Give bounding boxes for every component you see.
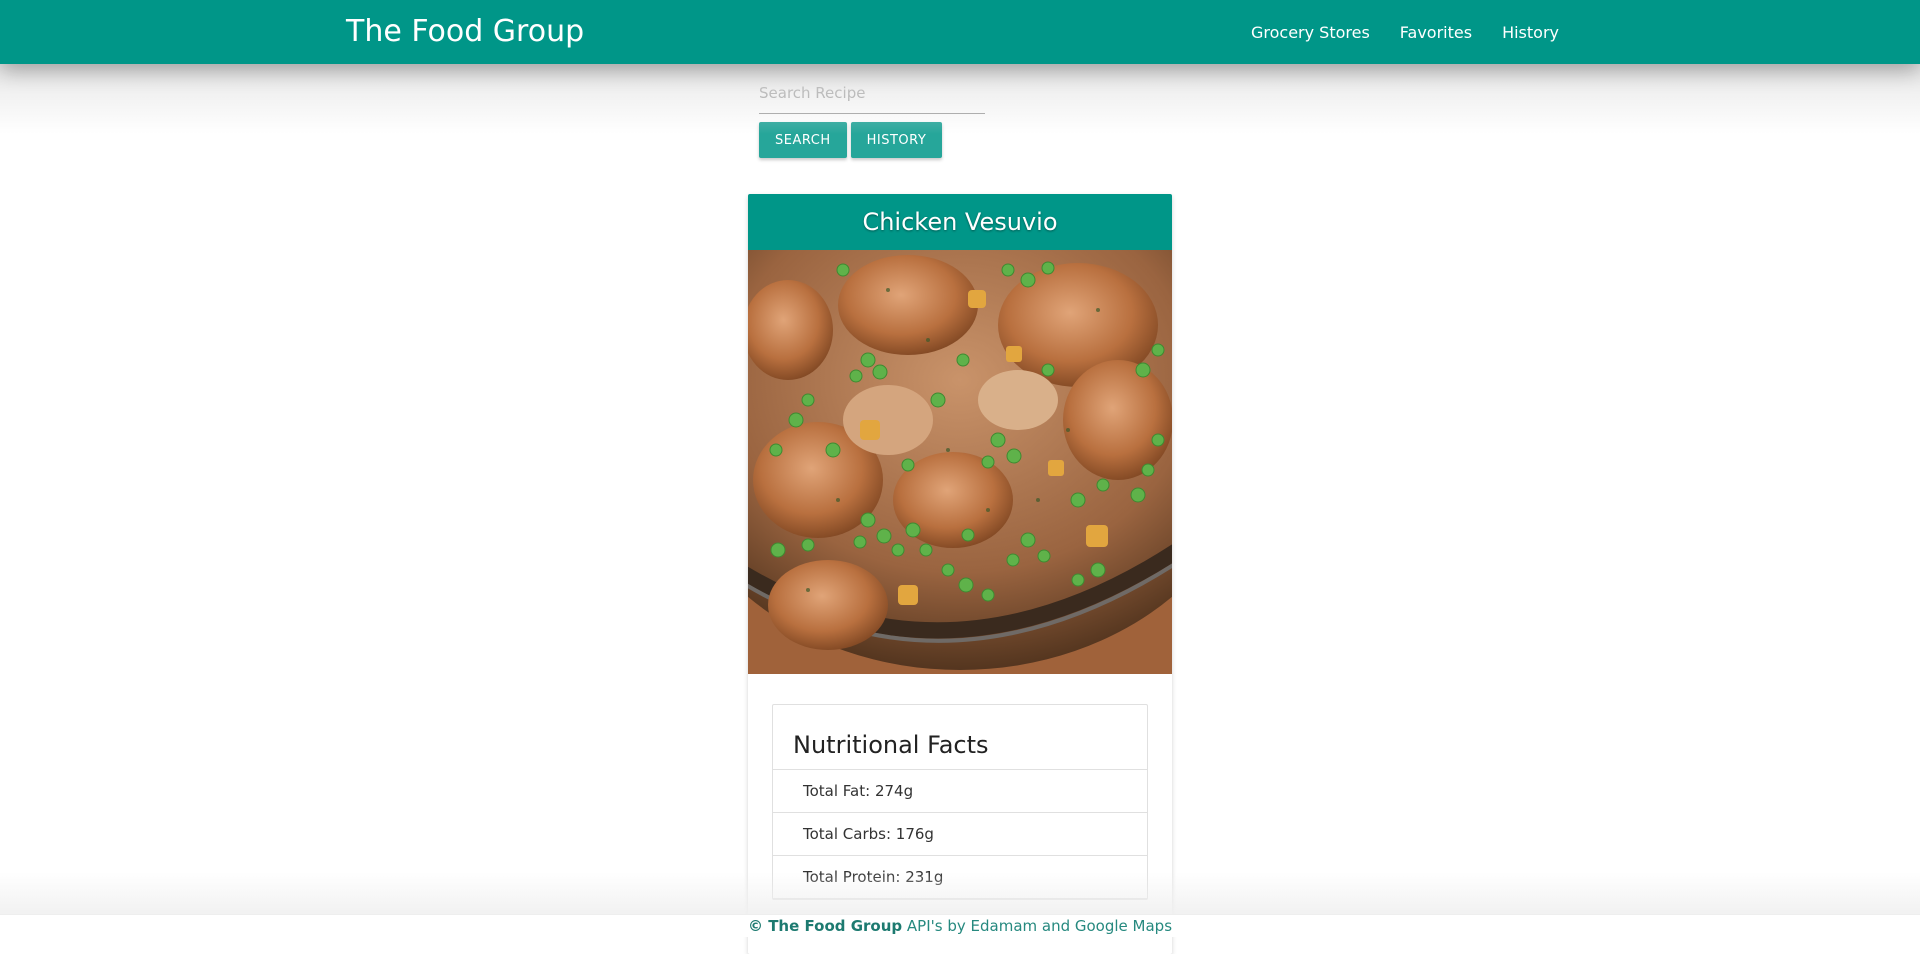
navbar-shadow <box>0 64 1920 134</box>
nav-link-grocery-stores[interactable]: Grocery Stores <box>1251 23 1370 42</box>
nutrition-item-protein: Total Protein: 231g <box>773 856 1147 899</box>
recipe-photo <box>748 250 1172 674</box>
recipe-title: Chicken Vesuvio <box>748 194 1172 250</box>
nutrition-item-fat: Total Fat: 274g <box>773 770 1147 813</box>
top-navbar: The Food Group Grocery Stores Favorites … <box>0 0 1920 64</box>
nutritional-facts-list: Nutritional Facts Total Fat: 274g Total … <box>772 704 1148 900</box>
footer-brand: © The Food Group <box>747 917 903 935</box>
recipe-photo-drawing <box>748 250 1172 674</box>
footer: © The Food Group API's by Edamam and Goo… <box>0 914 1920 937</box>
nutritional-facts-header: Nutritional Facts <box>773 705 1147 770</box>
nav-links: Grocery Stores Favorites History <box>1221 0 1559 64</box>
nutrition-item-carbs: Total Carbs: 176g <box>773 813 1147 856</box>
nav-link-history[interactable]: History <box>1502 23 1559 42</box>
nav-link-favorites[interactable]: Favorites <box>1400 23 1472 42</box>
recipe-card: Chicken Vesuvio Nutritional Facts Total … <box>748 194 1172 954</box>
brand-logo-link[interactable]: The Food Group <box>346 12 584 52</box>
footer-credits: API's by Edamam and Google Maps <box>902 917 1173 935</box>
